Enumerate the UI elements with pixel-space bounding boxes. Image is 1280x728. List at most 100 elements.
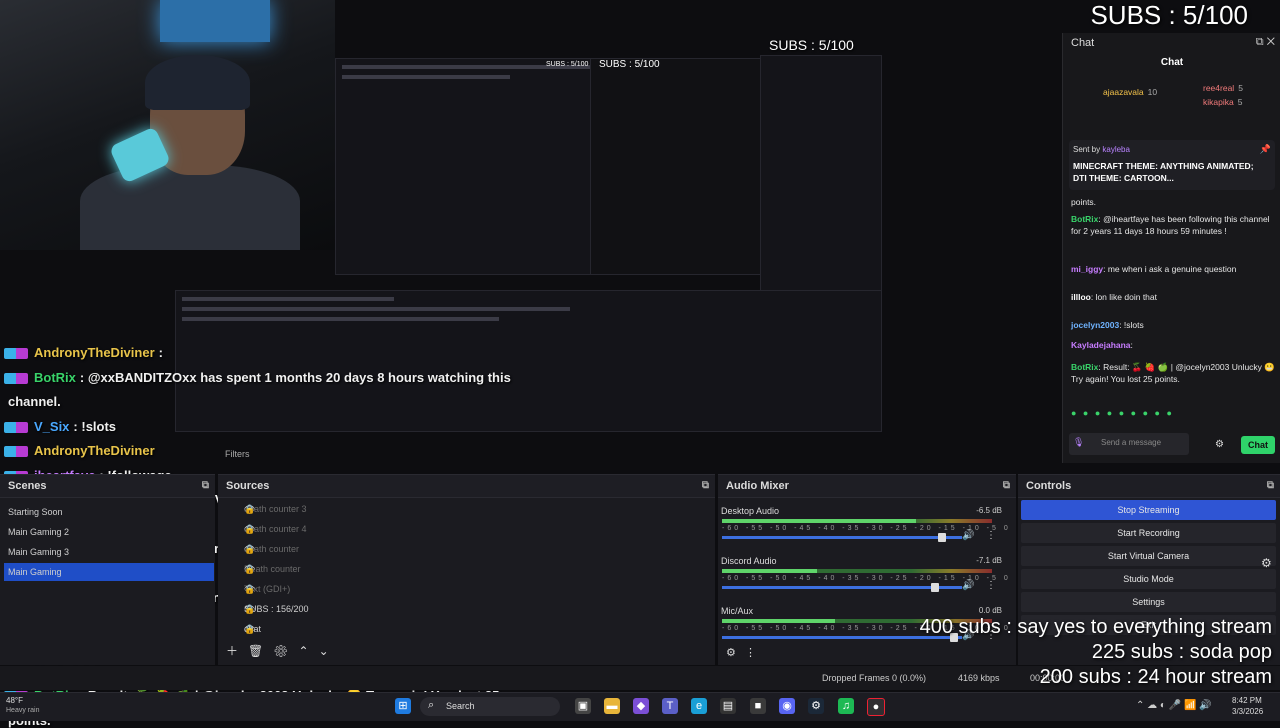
volume-knob[interactable] — [938, 533, 946, 542]
volume-slider[interactable] — [722, 583, 962, 592]
audio-settings-icon[interactable]: ⚙ — [726, 647, 736, 659]
chat-send-button[interactable]: Chat — [1241, 436, 1275, 454]
file-explorer-icon[interactable]: ▬ — [604, 698, 620, 714]
more-options-icon[interactable]: ⋮ — [745, 647, 756, 659]
overlay-chat-user: V_Six — [34, 418, 70, 434]
task-view-icon[interactable]: ▣ — [575, 698, 591, 714]
gifter-entry[interactable]: ajaazavala 10 — [1103, 87, 1157, 97]
gifter-entry[interactable]: ree4real 5 — [1203, 83, 1243, 93]
gifter-entry[interactable]: kikapika 5 — [1203, 97, 1242, 107]
chat-username[interactable]: mi_iggy — [1071, 264, 1103, 274]
scene-item[interactable]: Starting Soon — [4, 503, 214, 521]
goal-200: 200 subs : 24 hour stream — [1039, 666, 1272, 688]
tray-icons[interactable]: ⌃ ☁ ◐ 🎤 📶 🔊 — [1136, 700, 1212, 711]
move-down-icon[interactable]: ⌄ — [319, 644, 329, 658]
goal-225: 225 subs : soda pop — [1091, 641, 1272, 663]
overlay-chat-text: : — [158, 345, 163, 360]
chat-text: : !slots — [1119, 320, 1144, 330]
badge-icon — [4, 348, 28, 360]
filters-button[interactable]: Filters — [225, 449, 250, 459]
maximize-icon[interactable]: ⧉ — [202, 475, 209, 497]
lock-icon[interactable]: 🔒 — [244, 524, 703, 535]
emote-row[interactable]: ● ● ● ● ● ● ● ● ● — [1071, 408, 1276, 418]
source-item[interactable]: death counter 4 👁 🔒 — [218, 520, 715, 540]
pin-icon[interactable]: 📌 — [1260, 144, 1271, 155]
source-item[interactable]: death counter 👁 🔒 — [218, 540, 715, 560]
obs-icon[interactable]: ● — [867, 698, 885, 716]
clock-time[interactable]: 8:42 PM — [1232, 696, 1262, 705]
audio-level-meter — [722, 569, 992, 573]
chat-text: points. — [1071, 197, 1097, 207]
lock-icon[interactable]: 🔒 — [244, 544, 703, 555]
source-item[interactable]: chat 👁 🔒 — [218, 620, 715, 640]
chat-username[interactable]: BotRix — [1071, 362, 1098, 372]
edge-icon[interactable]: e — [691, 698, 707, 714]
spotify-icon[interactable]: ♫ — [838, 698, 854, 714]
discord-icon[interactable]: ◉ — [779, 698, 795, 714]
badge-icon — [4, 421, 28, 433]
volume-knob[interactable] — [930, 583, 939, 592]
pinned-message[interactable]: Sent by kayleba MINECRAFT THEME: ANYTHIN… — [1069, 140, 1275, 190]
control-button[interactable]: Stop Streaming — [1021, 500, 1276, 520]
close-icon[interactable]: ✕ — [1267, 36, 1275, 48]
chat-message: illloo: lon like doin that — [1071, 291, 1276, 303]
popout-icon[interactable]: ⧉ — [1256, 36, 1264, 48]
windows-start-icon[interactable]: ⊞ — [395, 698, 411, 714]
more-options-icon[interactable]: ⋮ — [986, 530, 996, 541]
control-button[interactable]: Start Recording — [1021, 523, 1276, 543]
minecraft-icon[interactable]: ■ — [750, 698, 766, 714]
maximize-icon[interactable]: ⧉ — [1267, 475, 1274, 497]
speaker-icon[interactable]: 🔊 — [962, 530, 974, 541]
virtual-camera-settings-icon[interactable]: ⚙ — [1261, 556, 1272, 570]
lock-icon[interactable]: 🔒 — [244, 624, 703, 635]
settings-icon[interactable]: ⚙ — [1215, 439, 1224, 450]
chat-username[interactable]: BotRix — [1071, 214, 1098, 224]
teams-icon[interactable]: T — [662, 698, 678, 714]
gear-icon[interactable]: ⚙ — [273, 644, 288, 658]
scene-item[interactable]: Main Gaming 2 — [4, 523, 214, 541]
copilot-icon[interactable]: ◆ — [633, 698, 649, 714]
mic-icon[interactable]: 🎙 — [1073, 437, 1084, 448]
trash-icon[interactable]: 🗑 — [248, 644, 263, 658]
taskbar-search[interactable]: ⌕ Search — [420, 697, 560, 716]
chat-username[interactable]: jocelyn2003 — [1071, 320, 1119, 330]
control-button[interactable]: Studio Mode — [1021, 569, 1276, 589]
store-icon[interactable]: ▤ — [720, 698, 736, 714]
taskbar: 48°F Heavy rain ⊞ ⌕ Search ▣ ▬ ◆ T e ▤ ■… — [0, 692, 1280, 721]
more-options-icon[interactable]: ⋮ — [986, 580, 996, 591]
add-source-icon[interactable]: ＋ — [226, 644, 238, 658]
chat-username[interactable]: Kayladejahana — [1071, 340, 1131, 350]
control-button[interactable]: Start Virtual Camera — [1021, 546, 1276, 566]
scene-item[interactable]: Main Gaming — [4, 563, 214, 581]
chat-input[interactable]: 🎙 Send a message — [1069, 433, 1189, 455]
chat-header: Chat — [1160, 57, 1184, 68]
lock-icon[interactable]: 🔒 — [244, 604, 703, 615]
scene-item[interactable]: Main Gaming 3 — [4, 543, 214, 561]
lock-icon[interactable]: 🔒 — [244, 504, 703, 515]
sources-title: Sources — [226, 480, 270, 492]
weather-temp[interactable]: 48°F — [6, 696, 23, 705]
maximize-icon[interactable]: ⧉ — [1003, 475, 1010, 497]
audio-channel-name: Discord Audio — [721, 556, 777, 566]
lock-icon[interactable]: 🔒 — [244, 584, 703, 595]
control-button[interactable]: Settings — [1021, 592, 1276, 612]
source-item[interactable]: Text (GDI+) 👁 🔒 — [218, 580, 715, 600]
source-item[interactable]: death counter 3 👁 🔒 — [218, 500, 715, 520]
lock-icon[interactable]: 🔒 — [244, 564, 703, 575]
steam-icon[interactable]: ⚙ — [808, 698, 824, 714]
maximize-icon[interactable]: ⧉ — [702, 475, 709, 497]
streamer-beanie — [145, 55, 250, 110]
move-up-icon[interactable]: ⌃ — [299, 644, 309, 658]
gifter-name: ree4real — [1203, 83, 1235, 93]
volume-slider[interactable] — [722, 533, 962, 542]
chat-message: points. — [1071, 196, 1276, 208]
bitrate: 4169 kbps — [958, 673, 1000, 683]
source-item[interactable]: SUBS : 156/200 👁 🔒 — [218, 600, 715, 620]
audio-channel-db: -7.1 dB — [976, 556, 1002, 565]
speaker-icon[interactable]: 🔊 — [962, 580, 974, 591]
badge-icon — [4, 372, 28, 384]
chat-username[interactable]: illloo — [1071, 292, 1091, 302]
pinned-by-user: kayleba — [1102, 145, 1130, 154]
source-item[interactable]: Death counter 👁 🔒 — [218, 560, 715, 580]
controls-title: Controls — [1026, 480, 1072, 492]
